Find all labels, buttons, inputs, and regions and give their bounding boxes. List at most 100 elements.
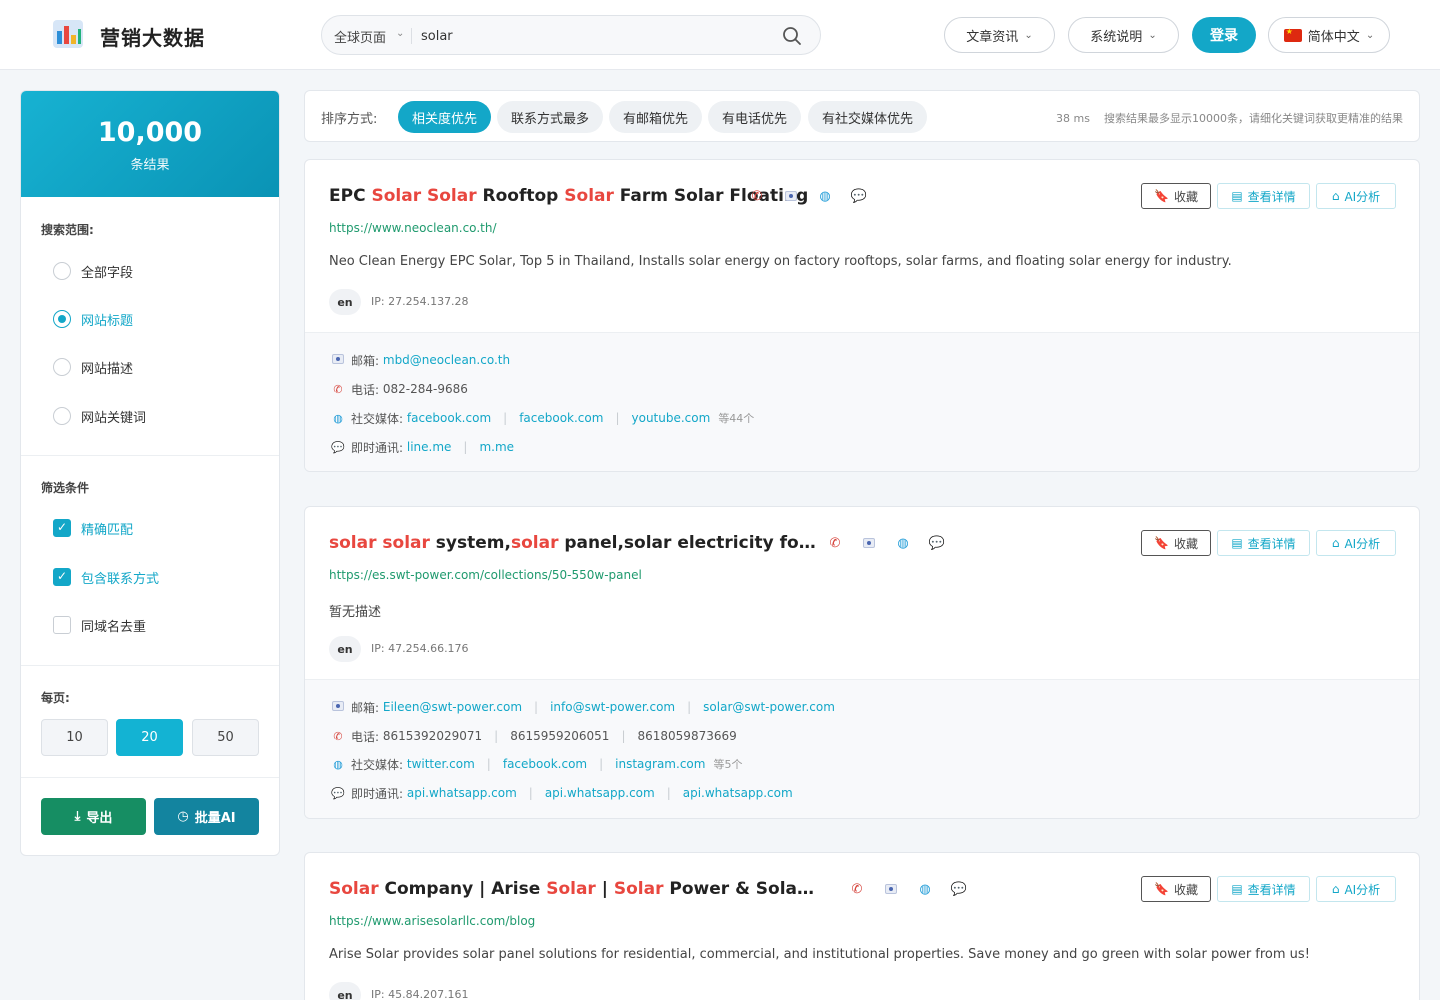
social-link[interactable]: twitter.com (407, 757, 475, 771)
email-link[interactable]: solar@swt-power.com (703, 700, 835, 714)
view-detail-button[interactable]: ▤ 查看详情 (1217, 530, 1310, 556)
globe-icon: ◍ (333, 757, 343, 771)
keyword-highlight: Solar (564, 186, 614, 206)
export-button[interactable]: ⤓ 导出 (41, 798, 146, 835)
result-url[interactable]: https://es.swt-power.com/collections/50-… (329, 568, 642, 582)
result-count-panel: 10,000 条结果 (21, 91, 279, 197)
contact-details: 邮箱: Eileen@swt-power.com | info@swt-powe… (305, 679, 1419, 818)
clock-icon: ◷ (177, 809, 189, 824)
title-text: Rooftop (476, 186, 565, 206)
filter-has-contact[interactable]: ✓ 包含联系方式 (53, 567, 159, 587)
search-scope-select[interactable]: 全球页面 (334, 27, 386, 46)
result-count: 10,000 (97, 117, 203, 148)
view-detail-button[interactable]: ▤ 查看详情 (1217, 876, 1310, 902)
filter-exact-match[interactable]: ✓ 精确匹配 (53, 518, 133, 538)
social-link[interactable]: facebook.com (519, 411, 603, 425)
phone-icon: ✆ (751, 188, 763, 204)
radio-icon[interactable] (53, 358, 71, 376)
im-link[interactable]: api.whatsapp.com (545, 786, 655, 800)
search-divider (411, 28, 412, 44)
phone-icon: ✆ (333, 382, 343, 396)
ai-analysis-button[interactable]: ⌂ AI分析 (1316, 183, 1396, 209)
social-row: ◍ 社交媒体: twitter.com | facebook.com | ins… (331, 755, 742, 773)
im-link[interactable]: m.me (479, 440, 514, 454)
chevron-down-icon[interactable]: ⌄ (396, 28, 404, 39)
radio-icon[interactable] (53, 262, 71, 280)
scope-option-keywords[interactable]: 网站关键词 (53, 406, 146, 426)
system-dropdown[interactable]: 系统说明 ⌄ (1068, 17, 1179, 53)
scope-option-all[interactable]: 全部字段 (53, 261, 133, 281)
per-page-20[interactable]: 20 (116, 719, 183, 756)
search-icon[interactable] (782, 26, 802, 46)
email-icon (883, 881, 899, 897)
contact-icons: ✆ ◍ 💬 (827, 535, 946, 551)
social-more[interactable]: 等44个 (718, 410, 754, 426)
social-more[interactable]: 等5个 (713, 756, 742, 772)
radio-checked-icon[interactable] (53, 310, 71, 328)
checkbox-icon[interactable] (53, 616, 71, 634)
search-time: 38 ms (1056, 112, 1090, 125)
result-title[interactable]: solar solar system,solar panel,solar ele… (329, 533, 819, 553)
email-row: 邮箱: mbd@neoclean.co.th (331, 351, 510, 369)
document-icon: ▤ (1231, 189, 1243, 203)
system-label: 系统说明 (1090, 29, 1143, 45)
result-title[interactable]: EPC Solar Solar Rooftop Solar Farm Solar… (329, 186, 808, 206)
search-input[interactable] (421, 24, 761, 48)
social-link[interactable]: instagram.com (615, 757, 705, 771)
result-card: Solar Company | Arise Solar | Solar Powe… (304, 852, 1420, 1000)
search-limit-note: 搜索结果最多显示10000条，请细化关键词获取更精准的结果 (1104, 112, 1403, 125)
view-detail-button[interactable]: ▤ 查看详情 (1217, 183, 1310, 209)
login-button[interactable]: 登录 (1192, 17, 1256, 53)
keyword-highlight: solar (510, 533, 559, 553)
im-row: 💬 即时通讯: line.me | m.me (331, 440, 515, 455)
title-text: system, (429, 533, 511, 553)
batch-ai-button[interactable]: ◷ 批量AI (154, 798, 259, 835)
result-url[interactable]: https://www.arisesolarllc.com/blog (329, 914, 535, 928)
sort-phone-first[interactable]: 有电话优先 (708, 101, 801, 133)
scope-option-description[interactable]: 网站描述 (53, 357, 133, 377)
sort-most-contacts[interactable]: 联系方式最多 (497, 101, 603, 133)
contact-details: 邮箱: mbd@neoclean.co.th ✆ 电话: 082-284-968… (305, 332, 1419, 471)
favorite-button[interactable]: 🔖 收藏 (1141, 183, 1211, 209)
chat-icon: 💬 (950, 881, 968, 897)
ai-analysis-button[interactable]: ⌂ AI分析 (1316, 876, 1396, 902)
ai-analysis-button[interactable]: ⌂ AI分析 (1316, 530, 1396, 556)
email-link[interactable]: Eileen@swt-power.com (383, 700, 522, 714)
scope-option-title[interactable]: 网站标题 (53, 309, 133, 329)
title-text: Company | Arise (378, 879, 547, 899)
email-link[interactable]: mbd@neoclean.co.th (383, 353, 510, 367)
sort-email-first[interactable]: 有邮箱优先 (609, 101, 702, 133)
email-link[interactable]: info@swt-power.com (550, 700, 675, 714)
keyword-highlight: solar (329, 533, 377, 553)
social-link[interactable]: facebook.com (503, 757, 587, 771)
keyword-highlight: solar (382, 533, 430, 553)
brand-name[interactable]: 营销大数据 (100, 22, 205, 51)
favorite-button[interactable]: 🔖 收藏 (1141, 876, 1211, 902)
language-badge: en (329, 982, 361, 1000)
result-url[interactable]: https://www.neoclean.co.th/ (329, 221, 496, 235)
result-card: solar solar system,solar panel,solar ele… (304, 506, 1420, 819)
result-description: Neo Clean Energy EPC Solar, Top 5 in Tha… (329, 254, 1232, 269)
checkbox-checked-icon[interactable]: ✓ (53, 568, 71, 586)
result-count-label: 条结果 (130, 158, 170, 173)
radio-icon[interactable] (53, 407, 71, 425)
articles-dropdown[interactable]: 文章资讯 ⌄ (944, 17, 1055, 53)
sort-social-first[interactable]: 有社交媒体优先 (808, 101, 927, 133)
email-icon (331, 700, 345, 714)
divider (21, 665, 279, 666)
sort-relevance[interactable]: 相关度优先 (398, 101, 491, 133)
per-page-10[interactable]: 10 (41, 719, 108, 756)
filter-dedupe-domain[interactable]: 同域名去重 (53, 615, 146, 635)
result-description: Arise Solar provides solar panel solutio… (329, 947, 1310, 962)
favorite-button[interactable]: 🔖 收藏 (1141, 530, 1211, 556)
chart-logo-icon[interactable] (52, 17, 86, 51)
im-link[interactable]: api.whatsapp.com (683, 786, 793, 800)
result-title[interactable]: Solar Company | Arise Solar | Solar Powe… (329, 879, 819, 899)
checkbox-checked-icon[interactable]: ✓ (53, 519, 71, 537)
per-page-50[interactable]: 50 (192, 719, 259, 756)
im-link[interactable]: line.me (407, 440, 452, 454)
language-dropdown[interactable]: 简体中文 ⌄ (1268, 17, 1390, 53)
social-link[interactable]: youtube.com (632, 411, 711, 425)
social-link[interactable]: facebook.com (407, 411, 491, 425)
im-link[interactable]: api.whatsapp.com (407, 786, 517, 800)
